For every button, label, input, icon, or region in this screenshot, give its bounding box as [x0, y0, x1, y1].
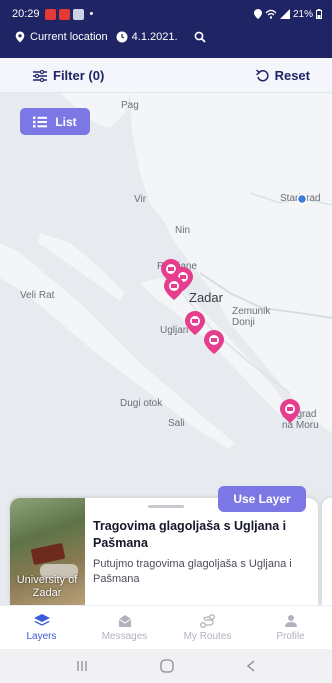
system-nav-bar — [0, 649, 332, 683]
map-pin-icon[interactable] — [280, 399, 300, 423]
more-notifications-icon: • — [89, 8, 94, 20]
reset-button[interactable]: Reset — [255, 68, 310, 83]
reset-label: Reset — [274, 68, 310, 83]
nav-label: My Routes — [183, 630, 232, 642]
nav-my-routes[interactable]: My Routes — [166, 606, 249, 649]
map-label: Vir — [134, 194, 147, 205]
image-caption: University of Zadar — [16, 574, 78, 599]
map-label: Zadar — [189, 290, 223, 305]
recent-apps-icon[interactable] — [76, 660, 88, 672]
list-button-label: List — [55, 114, 77, 129]
map-label: Veli Rat — [20, 290, 55, 301]
status-bar: 20:29 • 21% — [12, 6, 322, 22]
wifi-icon — [265, 9, 277, 19]
notification-icon — [72, 8, 84, 20]
list-button[interactable]: List — [20, 108, 90, 135]
reset-icon — [255, 69, 269, 82]
search-icon[interactable] — [194, 31, 206, 43]
date-label[interactable]: 4.1.2021. — [132, 31, 178, 43]
layer-image: University of Zadar — [10, 498, 85, 606]
clock-icon — [116, 31, 128, 43]
battery-icon — [316, 9, 322, 19]
map-pin-icon[interactable] — [164, 276, 184, 300]
signal-icon — [279, 9, 290, 19]
drag-handle[interactable] — [148, 505, 184, 508]
messages-icon — [118, 614, 131, 627]
layers-icon — [33, 613, 50, 626]
next-card-peek[interactable] — [322, 498, 332, 606]
nav-label: Messages — [101, 630, 148, 642]
map-label: Sali — [168, 418, 185, 429]
nav-profile[interactable]: Profile — [249, 606, 332, 649]
profile-icon — [284, 614, 297, 627]
location-pin-icon — [15, 31, 25, 43]
map-label: Pag — [121, 100, 139, 111]
filter-icon — [33, 69, 47, 82]
sign-shape — [30, 542, 66, 566]
status-time: 20:29 — [12, 8, 40, 20]
filter-bar: Filter (0) Reset — [0, 58, 332, 93]
location-bar[interactable]: Current location 4.1.2021. — [14, 31, 210, 43]
battery-percent: 21% — [292, 8, 313, 20]
use-layer-button[interactable]: Use Layer — [218, 486, 306, 512]
bottom-nav: Layers Messages My Routes Profile — [0, 605, 332, 649]
routes-icon — [199, 613, 215, 628]
list-icon — [33, 116, 48, 127]
layer-description: Putujmo tragovima glagoljaša s Ugljana i… — [93, 558, 292, 585]
nav-label: Profile — [276, 630, 305, 642]
filter-button[interactable]: Filter (0) — [33, 68, 104, 83]
status-right: 21% — [253, 8, 322, 20]
map-label: Dugi otok — [120, 398, 163, 409]
location-status-icon — [253, 9, 262, 19]
current-location-label[interactable]: Current location — [30, 31, 108, 43]
layer-title: Tragovima glagoljaša s Ugljana i Pašmana — [93, 519, 287, 550]
nav-messages[interactable]: Messages — [83, 606, 166, 649]
nav-label: Layers — [26, 630, 57, 642]
layer-card[interactable]: University of Zadar Tragovima glagoljaša… — [10, 498, 318, 606]
notification-icon — [58, 8, 70, 20]
map-pin-icon[interactable] — [185, 311, 205, 335]
nav-layers[interactable]: Layers — [0, 606, 83, 649]
user-location-icon — [297, 194, 307, 204]
map-label: Nin — [175, 225, 191, 236]
back-icon[interactable] — [246, 660, 256, 672]
home-icon[interactable] — [160, 659, 174, 673]
app-header: 20:29 • 21% Current location 4.1.2021. — [0, 0, 332, 58]
map-pin-icon[interactable] — [204, 330, 224, 354]
filter-label: Filter (0) — [53, 68, 105, 83]
notification-icon — [44, 8, 56, 20]
map-label: Zemunik Donji — [232, 306, 271, 328]
